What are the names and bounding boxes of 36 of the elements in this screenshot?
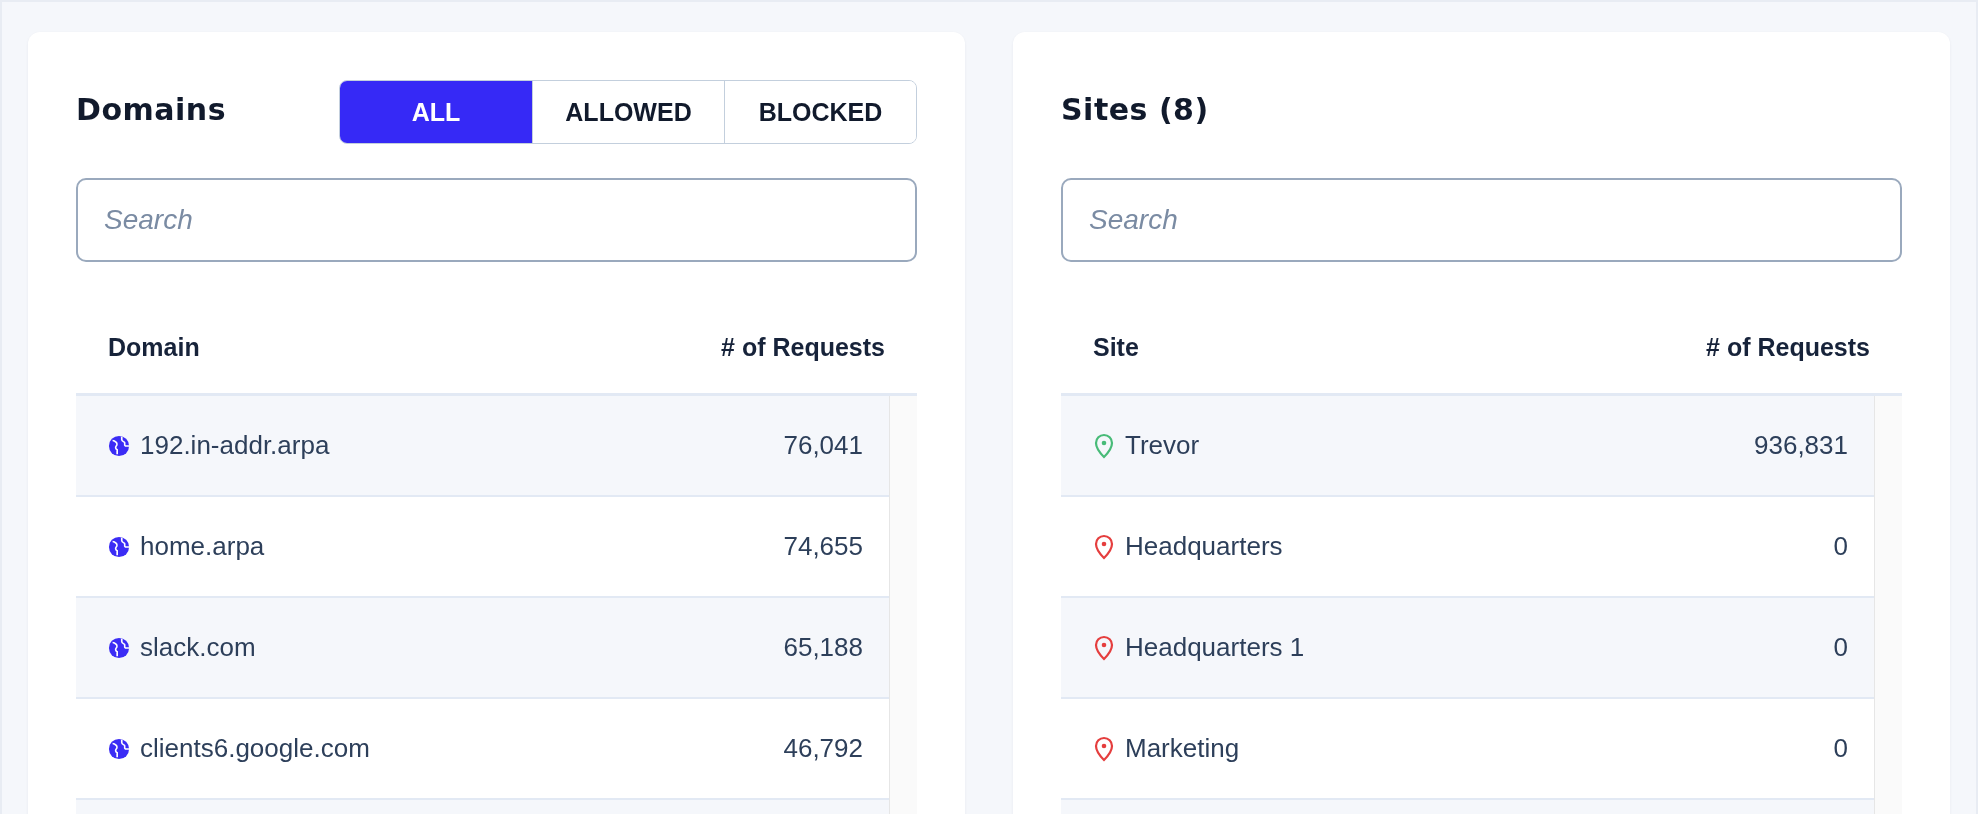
name-cell: 192.in-addr.arpa [140, 430, 330, 461]
count-cell: 65,188 [783, 632, 863, 663]
globe-icon [108, 636, 130, 659]
name-cell: Trevor [1125, 430, 1200, 461]
count-cell: 74,655 [783, 531, 863, 562]
column-header: # of Requests [1706, 333, 1870, 362]
name-cell: clients6.google.com [140, 733, 370, 764]
column-header: Site [1093, 333, 1139, 362]
scrollbar-track[interactable] [889, 396, 917, 814]
globe-icon [108, 535, 130, 558]
panel-title: Domains [76, 91, 226, 127]
scrollbar-track[interactable] [1874, 396, 1902, 814]
count-cell: 0 [1833, 733, 1848, 764]
count-cell: 76,041 [783, 430, 863, 461]
name-cell: slack.com [140, 632, 256, 663]
globe-icon [108, 737, 130, 760]
name-cell: Headquarters [1125, 531, 1283, 562]
name-cell: Headquarters 1 [1125, 632, 1305, 663]
name-cell: Marketing [1125, 733, 1240, 764]
table-row[interactable]: 192.in-addr.arpa 76,041 [76, 396, 889, 497]
filter-tab[interactable]: ALL [340, 81, 532, 143]
count-cell: 0 [1833, 531, 1848, 562]
panel-title: Sites (8) [1061, 91, 1209, 127]
table-row[interactable]: Trevor 936,831 [1061, 396, 1874, 497]
search-field[interactable]: Search [76, 178, 917, 262]
table-row[interactable]: slack.com 65,188 [76, 598, 889, 699]
column-header: # of Requests [721, 333, 885, 362]
count-cell: 46,792 [783, 733, 863, 764]
table-row[interactable]: Headquarters 1 0 [1061, 598, 1874, 699]
name-cell: home.arpa [140, 531, 265, 562]
filter-tab[interactable]: BLOCKED [724, 81, 916, 143]
column-header: Domain [108, 333, 200, 362]
count-cell: 0 [1833, 632, 1848, 663]
count-cell: 936,831 [1754, 430, 1848, 461]
globe-icon [108, 434, 130, 457]
search-field[interactable]: Search [1061, 178, 1902, 262]
